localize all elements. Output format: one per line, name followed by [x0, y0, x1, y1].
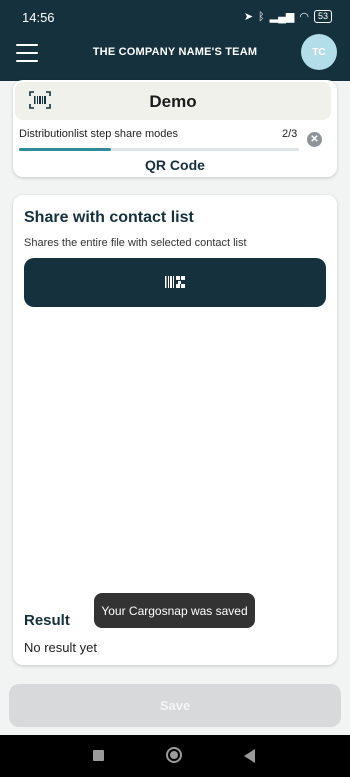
back-icon[interactable]	[244, 749, 255, 763]
navigation-icon: ➤	[243, 11, 254, 23]
status-time: 14:56	[22, 10, 55, 25]
close-icon[interactable]: ✕	[307, 132, 322, 147]
recent-apps-icon[interactable]	[93, 750, 104, 761]
signal-icon: ▂▄▆	[269, 11, 295, 23]
step-label: Distributionlist step share modes	[19, 128, 178, 140]
toast-message: Your Cargosnap was saved	[94, 593, 255, 628]
bluetooth-icon: ᛒ	[258, 10, 265, 23]
system-nav-bar	[0, 735, 350, 777]
save-button[interactable]: Save	[9, 684, 341, 727]
share-title: Share with contact list	[24, 209, 194, 226]
step-progress-bar	[19, 148, 299, 151]
avatar[interactable]: TC	[301, 34, 337, 70]
result-title: Result	[24, 612, 70, 629]
battery-icon: 53	[313, 10, 332, 23]
status-bar: 14:56 ➤ ᛒ ▂▄▆ ◠ 53	[0, 0, 350, 33]
share-mode-label: QR Code	[145, 157, 205, 173]
wifi-icon: ◠	[299, 11, 309, 23]
step-count: 2/3	[282, 128, 298, 140]
demo-card: Demo Distributionlist step share modes 2…	[13, 80, 337, 177]
share-description: Shares the entire file with selected con…	[24, 237, 247, 249]
result-text: No result yet	[24, 640, 97, 655]
step-progress-fill	[19, 148, 112, 151]
status-icons: ➤ ᛒ ▂▄▆ ◠ 53	[244, 10, 332, 23]
demo-title-bar: Demo	[15, 82, 331, 120]
qr-code-icon	[165, 276, 185, 288]
app-header: THE COMPANY NAME'S TEAM TC	[0, 33, 350, 81]
home-icon[interactable]	[166, 747, 182, 763]
share-contact-list-button[interactable]	[24, 258, 326, 307]
team-title: THE COMPANY NAME'S TEAM	[92, 46, 258, 58]
demo-title: Demo	[149, 92, 197, 111]
